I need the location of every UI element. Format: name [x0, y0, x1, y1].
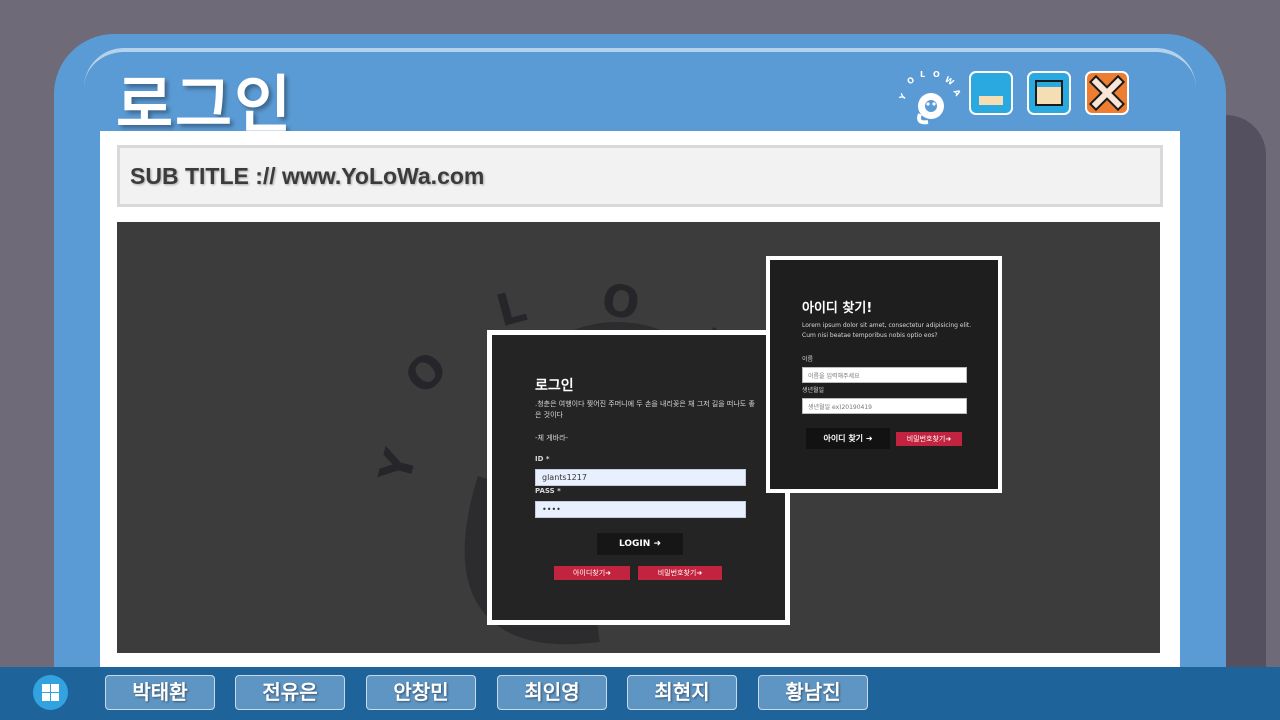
taskbar-member-button[interactable]: 최인영: [497, 675, 607, 710]
yolowa-logo: Y O L O W A: [898, 70, 963, 125]
find-password-button[interactable]: 비밀번호찾기➜: [638, 566, 722, 580]
taskbar-member-button[interactable]: 안창민: [366, 675, 476, 710]
id-input[interactable]: glants1217: [535, 469, 746, 486]
login-citation: -체 게바라-: [535, 434, 569, 442]
birthdate-input[interactable]: 생년월일 ex)20190419: [802, 398, 967, 414]
find-id-description: Lorem ipsum dolor sit amet, consectetur …: [802, 322, 972, 339]
pass-label: PASS *: [535, 487, 561, 495]
login-button[interactable]: LOGIN ➜: [597, 533, 683, 555]
screenshot-stage: Y O L O W A 로그인 .청춘은 여행이다 찢어진 주머니에 두 손을 …: [117, 222, 1160, 653]
subtitle-text: SUB TITLE :// www.YoLoWa.com: [130, 163, 485, 189]
find-password-button[interactable]: 비밀번호찾기➜: [896, 432, 962, 446]
minimize-button[interactable]: [969, 71, 1013, 115]
name-input[interactable]: 이름을 입력해주세요: [802, 367, 967, 383]
windows-icon: [42, 684, 59, 701]
find-id-button[interactable]: 아이디찾기➜: [554, 566, 630, 580]
presentation-window: 로그인 Y O L O W A SUB TITLE :// www.YoLoWa…: [54, 34, 1226, 694]
maximize-button[interactable]: [1027, 71, 1071, 115]
maximize-icon: [1035, 80, 1063, 106]
taskbar-member-button[interactable]: 전유은: [235, 675, 345, 710]
slide-content: SUB TITLE :// www.YoLoWa.com Y O L O W A…: [100, 131, 1180, 694]
logo-letter: W: [943, 75, 956, 88]
logo-letter: L: [920, 70, 925, 79]
watermark-letter: L: [491, 281, 531, 338]
watermark-letter: O: [395, 342, 458, 405]
watermark-letter: Y: [369, 443, 427, 489]
password-input[interactable]: ••••: [535, 501, 746, 518]
name-label: 이름: [802, 356, 814, 363]
find-id-title: 아이디 찾기!: [802, 301, 873, 316]
find-id-submit-button[interactable]: 아이디 찾기 ➜: [806, 428, 890, 449]
watermark-letter: O: [598, 274, 644, 331]
find-id-card: 아이디 찾기! Lorem ipsum dolor sit amet, cons…: [766, 256, 1002, 493]
taskbar: 박태환 전유은 안창민 최인영 최현지 황남진: [0, 667, 1280, 720]
logo-letter: O: [933, 70, 940, 79]
login-title: 로그인: [535, 378, 574, 394]
logo-letter: A: [952, 88, 963, 99]
login-description: .청춘은 여행이다 찢어진 주머니에 두 손을 내리꽂은 채 그저 길을 떠나도…: [535, 400, 755, 419]
taskbar-member-button[interactable]: 최현지: [627, 675, 737, 710]
subtitle-bar: SUB TITLE :// www.YoLoWa.com: [117, 145, 1163, 207]
close-icon: [1088, 74, 1126, 112]
birth-label: 생년월일: [802, 387, 825, 394]
login-card: 로그인 .청춘은 여행이다 찢어진 주머니에 두 손을 내리꽂은 채 그저 길을…: [487, 330, 790, 625]
logo-letter: O: [905, 75, 916, 86]
logo-letter: Y: [898, 92, 908, 103]
close-button[interactable]: [1085, 71, 1129, 115]
taskbar-member-button[interactable]: 박태환: [105, 675, 215, 710]
taskbar-member-button[interactable]: 황남진: [758, 675, 868, 710]
minimize-icon: [979, 96, 1003, 105]
start-button[interactable]: [33, 675, 68, 710]
id-label: ID *: [535, 455, 550, 463]
